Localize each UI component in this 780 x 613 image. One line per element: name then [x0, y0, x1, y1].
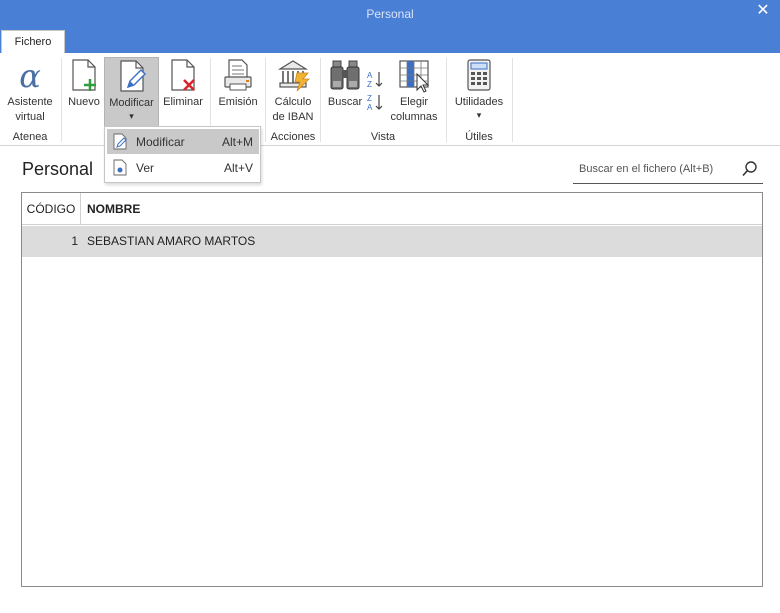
menu-item-ver[interactable]: Ver Alt+V — [107, 155, 259, 180]
menu-item-modificar-label: Modificar — [136, 135, 185, 149]
eliminar-button[interactable]: Eliminar — [162, 57, 204, 110]
group-label-vista: Vista — [370, 131, 396, 143]
calculator-icon — [461, 57, 497, 93]
search-input[interactable] — [579, 161, 729, 177]
iban-label-1: Cálculo — [274, 96, 312, 108]
new-document-icon — [66, 57, 102, 93]
tab-fichero[interactable]: Fichero — [1, 30, 65, 53]
nuevo-button[interactable]: Nuevo — [66, 57, 102, 110]
delete-document-icon — [165, 57, 201, 93]
asistente-label-1: Asistente — [7, 96, 53, 108]
close-icon[interactable]: ✕ — [754, 2, 772, 20]
group-separator — [265, 58, 266, 142]
buscar-label: Buscar — [327, 96, 363, 108]
group-separator — [446, 58, 447, 142]
emision-label: Emisión — [218, 96, 258, 108]
eliminar-label: Eliminar — [163, 96, 203, 108]
nuevo-label: Nuevo — [68, 96, 100, 108]
svg-text:α: α — [19, 57, 41, 93]
binoculars-icon — [327, 57, 363, 93]
sort-az-icon[interactable]: A Z — [366, 70, 384, 89]
calculo-iban-button[interactable]: Cálculo de IBAN — [270, 57, 316, 125]
elegir-columnas-button[interactable]: Elegir columnas — [388, 57, 440, 125]
group-separator — [512, 58, 513, 142]
page-title: Personal — [22, 159, 94, 179]
print-icon — [220, 57, 256, 93]
group-label-utiles: Útiles — [465, 131, 493, 143]
data-grid: CÓDIGO NOMBRE 1 SEBASTIAN AMARO MARTOS — [21, 192, 763, 587]
bank-icon — [275, 57, 311, 93]
edit-document-icon — [114, 58, 150, 94]
cell-nombre: SEBASTIAN AMARO MARTOS — [87, 234, 256, 248]
iban-label-2: de IBAN — [272, 111, 314, 123]
modificar-label: Modificar — [109, 97, 154, 109]
asistente-virtual-button[interactable]: α Asistente virtual — [4, 57, 56, 125]
cell-codigo: 1 — [71, 234, 78, 248]
modificar-dropdown-menu: Modificar Alt+M Ver Alt+V — [104, 126, 261, 183]
group-label-atenea: Atenea — [12, 131, 48, 143]
svg-text:Z: Z — [367, 80, 372, 88]
utilidades-button[interactable]: Utilidades ▾ — [452, 57, 506, 120]
column-header-codigo[interactable]: CÓDIGO — [22, 193, 81, 225]
title-bar: Personal ✕ — [0, 0, 780, 29]
svg-text:Z: Z — [367, 94, 372, 103]
menu-item-modificar[interactable]: Modificar Alt+M — [107, 129, 259, 154]
chevron-down-icon: ▾ — [129, 111, 134, 121]
modificar-button[interactable]: Modificar ▾ — [104, 57, 159, 127]
alpha-icon: α — [12, 57, 48, 95]
asistente-label-2: virtual — [15, 111, 45, 123]
grid-header: CÓDIGO NOMBRE — [22, 193, 762, 225]
edit-icon — [113, 133, 127, 150]
chevron-down-icon: ▾ — [476, 110, 482, 120]
table-row[interactable]: 1 SEBASTIAN AMARO MARTOS — [22, 226, 762, 257]
group-label-acciones: Acciones — [270, 131, 316, 143]
group-separator — [61, 58, 62, 142]
column-header-nombre[interactable]: NOMBRE — [87, 193, 140, 225]
elegir-label-2: columnas — [390, 111, 438, 123]
window-title: Personal — [366, 7, 414, 21]
emision-button[interactable]: Emisión — [216, 57, 260, 110]
search-icon[interactable] — [741, 160, 759, 178]
view-icon — [113, 159, 127, 176]
utilidades-label: Utilidades — [454, 96, 504, 108]
menu-item-modificar-shortcut: Alt+M — [221, 135, 253, 149]
svg-text:A: A — [367, 71, 373, 80]
menu-item-ver-shortcut: Alt+V — [223, 161, 253, 175]
sort-za-icon[interactable]: Z A — [366, 93, 384, 112]
buscar-button[interactable]: Buscar — [326, 57, 364, 110]
elegir-label-1: Elegir — [399, 96, 429, 108]
search-box — [573, 155, 763, 184]
menu-item-ver-label: Ver — [136, 161, 155, 175]
group-separator — [320, 58, 321, 142]
svg-text:A: A — [367, 103, 373, 111]
choose-columns-icon — [396, 57, 432, 93]
ribbon-tab-bar: Fichero — [0, 29, 780, 53]
